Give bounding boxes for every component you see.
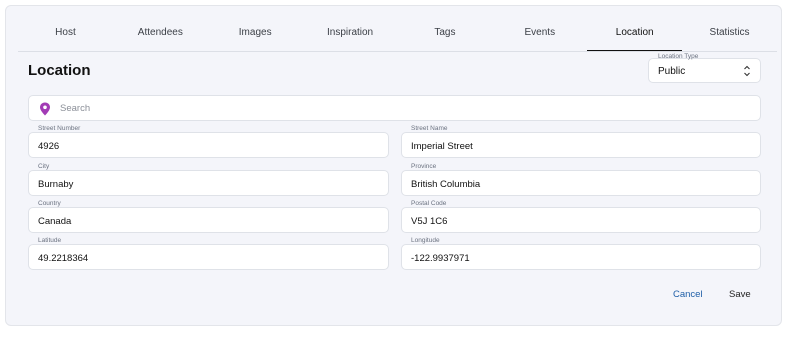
postal-code-value[interactable]: V5J 1C6 <box>411 216 447 227</box>
location-type-label: Location Type <box>658 53 699 60</box>
tab-tags[interactable]: Tags <box>398 17 493 51</box>
province-field[interactable]: Province British Columbia <box>401 163 761 196</box>
tab-images[interactable]: Images <box>208 17 303 51</box>
province-value[interactable]: British Columbia <box>411 179 480 190</box>
street-number-label: Street Number <box>38 125 81 132</box>
tab-statistics[interactable]: Statistics <box>682 17 777 51</box>
tab-bar: Host Attendees Images Inspiration Tags E… <box>18 17 777 52</box>
chevron-up-down-icon <box>744 65 750 77</box>
tab-location[interactable]: Location <box>587 17 683 51</box>
save-button[interactable]: Save <box>729 289 751 300</box>
search-field[interactable]: Search <box>28 95 761 121</box>
latitude-label: Latitude <box>38 237 62 244</box>
street-number-field[interactable]: Street Number 4926 <box>28 125 389 158</box>
city-label: City <box>38 163 50 170</box>
location-card: Host Attendees Images Inspiration Tags E… <box>5 5 782 326</box>
longitude-label: Longitude <box>411 237 440 244</box>
city-field[interactable]: City Burnaby <box>28 163 389 196</box>
latitude-field[interactable]: Latitude 49.2218364 <box>28 237 389 270</box>
tab-attendees[interactable]: Attendees <box>113 17 208 51</box>
tab-events[interactable]: Events <box>492 17 587 51</box>
province-label: Province <box>411 163 437 170</box>
street-number-value[interactable]: 4926 <box>38 141 59 152</box>
map-pin-icon <box>40 102 50 116</box>
latitude-value[interactable]: 49.2218364 <box>38 253 88 264</box>
location-type-value: Public <box>658 66 686 77</box>
tab-inspiration[interactable]: Inspiration <box>303 17 398 51</box>
location-type-select[interactable]: Location Type Public <box>648 53 761 83</box>
postal-code-label: Postal Code <box>411 200 447 207</box>
longitude-field[interactable]: Longitude -122.9937971 <box>401 237 761 270</box>
city-value[interactable]: Burnaby <box>38 179 73 190</box>
street-name-value[interactable]: Imperial Street <box>411 141 473 152</box>
cancel-button[interactable]: Cancel <box>673 289 703 300</box>
section-title: Location <box>28 62 91 79</box>
longitude-value[interactable]: -122.9937971 <box>411 253 470 264</box>
street-name-label: Street Name <box>411 125 448 132</box>
country-field[interactable]: Country Canada <box>28 200 389 233</box>
country-value[interactable]: Canada <box>38 216 71 227</box>
search-input[interactable]: Search <box>60 103 90 114</box>
country-label: Country <box>38 200 61 207</box>
tab-host[interactable]: Host <box>18 17 113 51</box>
postal-code-field[interactable]: Postal Code V5J 1C6 <box>401 200 761 233</box>
street-name-field[interactable]: Street Name Imperial Street <box>401 125 761 158</box>
